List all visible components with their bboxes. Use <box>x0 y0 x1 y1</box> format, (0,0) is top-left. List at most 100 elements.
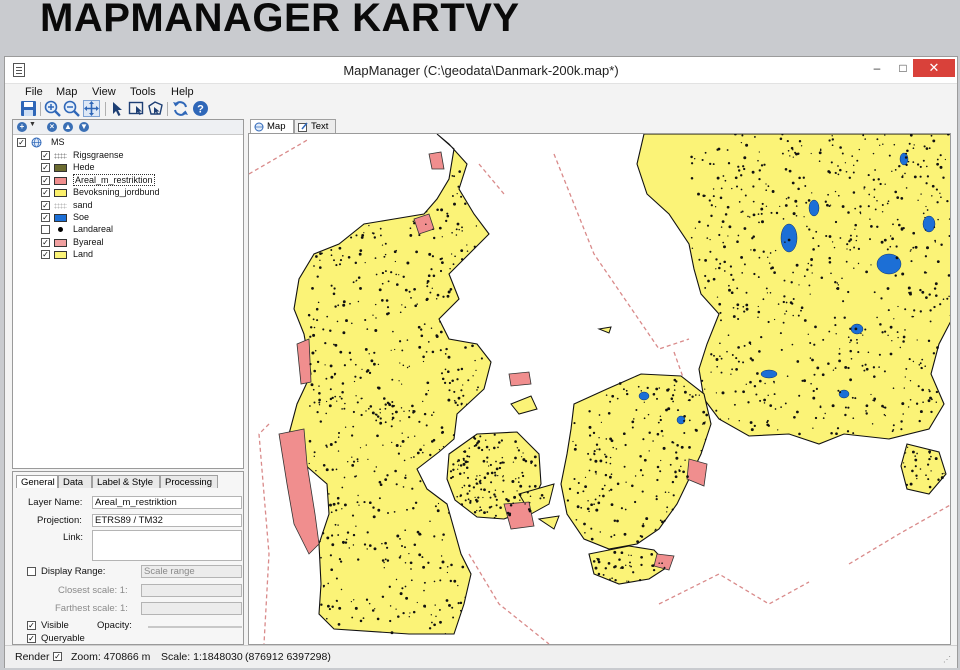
menu-tools[interactable]: Tools <box>130 86 156 98</box>
visible-checkbox[interactable]: ✓ <box>27 621 36 630</box>
layer-item[interactable]: ✓ Soe <box>41 212 231 224</box>
land-dot <box>483 488 486 492</box>
land-dot <box>483 511 486 514</box>
land-dot <box>792 212 796 216</box>
layer-item[interactable]: Landareal <box>41 224 231 236</box>
layer-item[interactable]: ✓ Hede <box>41 162 231 174</box>
queryable-checkbox[interactable]: ✓ <box>27 634 36 643</box>
land-dot <box>858 148 861 151</box>
tab-general[interactable]: General <box>16 475 58 488</box>
render-checkbox[interactable]: ✓ <box>53 652 62 661</box>
resize-grip-icon[interactable]: ⋰ <box>943 655 953 665</box>
tab-label-style[interactable]: Label & Style <box>92 475 160 488</box>
select-rectangle-icon[interactable] <box>128 100 145 117</box>
close-button[interactable]: ✕ <box>913 59 955 77</box>
land-dot <box>630 565 632 568</box>
layer-item[interactable]: ✓ sand <box>41 200 231 212</box>
layer-item[interactable]: ✓ Rigsgraense <box>41 150 231 162</box>
layer-name-field[interactable]: Areal_m_restriktion <box>92 496 242 509</box>
land-dot <box>622 388 625 391</box>
title-bar[interactable]: MapManager (C:\geodata\Danmark-200k.map*… <box>5 57 957 84</box>
layer-item[interactable]: ✓ Byareal <box>41 237 231 249</box>
opacity-slider[interactable] <box>148 626 242 628</box>
link-field[interactable] <box>92 530 242 561</box>
layer-visibility-checkbox[interactable]: ✓ <box>41 213 50 222</box>
land-dot <box>737 165 740 168</box>
layer-visibility-checkbox[interactable]: ✓ <box>41 188 50 198</box>
land-dot <box>831 404 835 408</box>
display-range-checkbox[interactable] <box>27 567 36 576</box>
maximize-button[interactable]: □ <box>893 59 913 77</box>
zoom-in-icon[interactable] <box>44 100 61 117</box>
layer-visibility-checkbox[interactable]: ✓ <box>41 200 50 210</box>
menu-view[interactable]: View <box>92 86 116 98</box>
land-dot <box>432 274 436 278</box>
land-dot <box>931 195 933 197</box>
select-arrow-icon[interactable] <box>109 100 126 117</box>
layer-visibility-checkbox[interactable]: ✓ <box>41 237 50 247</box>
land-dot <box>390 425 393 428</box>
tab-data[interactable]: Data <box>58 475 92 488</box>
refresh-icon[interactable] <box>172 100 189 117</box>
tab-text[interactable]: Text <box>294 119 336 133</box>
land-dot <box>614 565 617 568</box>
land-dot <box>745 291 748 294</box>
closest-scale-field[interactable] <box>141 584 242 597</box>
pan-icon[interactable] <box>83 100 100 117</box>
layer-visibility-checkbox[interactable]: ✓ <box>41 163 50 173</box>
layer-visibility-checkbox[interactable]: ✓ <box>41 151 50 160</box>
farthest-scale-field[interactable] <box>141 602 242 615</box>
land-dot <box>452 468 455 471</box>
layer-item[interactable]: ✓ Areal_m_restriktion <box>41 173 231 187</box>
land-dot <box>873 196 876 198</box>
land-dot <box>477 483 479 485</box>
land-dot <box>758 256 761 259</box>
layer-item[interactable]: ✓ Bevoksning_jordbund <box>41 187 231 199</box>
land-dot <box>854 327 858 331</box>
land-dot <box>676 409 680 412</box>
menu-map[interactable]: Map <box>56 86 77 98</box>
add-layer-icon[interactable]: + <box>17 122 27 132</box>
land-dot <box>404 561 407 564</box>
add-layer-dropdown-icon[interactable]: ▼ <box>29 121 36 128</box>
layer-visibility-checkbox[interactable]: ✓ <box>41 250 50 260</box>
layer-tree-root[interactable]: ✓ MS <box>17 137 217 149</box>
move-layer-up-icon[interactable]: ▲ <box>63 122 73 132</box>
land-dot <box>915 474 918 477</box>
help-icon[interactable]: ? <box>192 100 209 117</box>
land-dot <box>426 285 429 288</box>
move-layer-down-icon[interactable]: ▼ <box>79 122 89 132</box>
land-dot <box>680 465 682 468</box>
land-dot <box>458 472 462 476</box>
land-dot <box>736 307 739 310</box>
layer-visibility-checkbox[interactable] <box>41 225 50 235</box>
land-dot <box>878 353 881 356</box>
land-dot <box>881 331 884 334</box>
land-dot <box>486 511 489 513</box>
layer-item[interactable]: ✓ Land <box>41 249 231 261</box>
remove-layer-icon[interactable]: × <box>47 122 57 132</box>
land-dot <box>809 341 812 345</box>
map-canvas[interactable] <box>248 133 951 645</box>
tab-processing[interactable]: Processing <box>160 475 218 488</box>
land-dot <box>643 458 647 462</box>
save-icon[interactable] <box>20 100 37 117</box>
land-dot <box>339 350 343 354</box>
land-dot <box>803 319 807 322</box>
minimize-button[interactable]: – <box>867 59 887 77</box>
projection-field[interactable]: ETRS89 / TM32 <box>92 514 242 527</box>
layer-visibility-checkbox[interactable]: ✓ <box>41 175 50 185</box>
select-polygon-icon[interactable] <box>147 100 164 117</box>
root-checkbox[interactable]: ✓ <box>17 138 26 147</box>
land-dot <box>887 309 890 312</box>
denmark-map[interactable] <box>249 134 951 645</box>
tab-map[interactable]: Map <box>250 119 294 133</box>
land-dot <box>392 330 394 333</box>
menu-help[interactable]: Help <box>171 86 194 98</box>
land-dot <box>934 282 938 286</box>
land-dot <box>370 359 374 363</box>
scale-range-dropdown[interactable]: Scale range <box>141 565 242 578</box>
menu-file[interactable]: File <box>25 86 43 98</box>
tab-text-label: Text <box>311 121 329 132</box>
zoom-out-icon[interactable] <box>63 100 80 117</box>
